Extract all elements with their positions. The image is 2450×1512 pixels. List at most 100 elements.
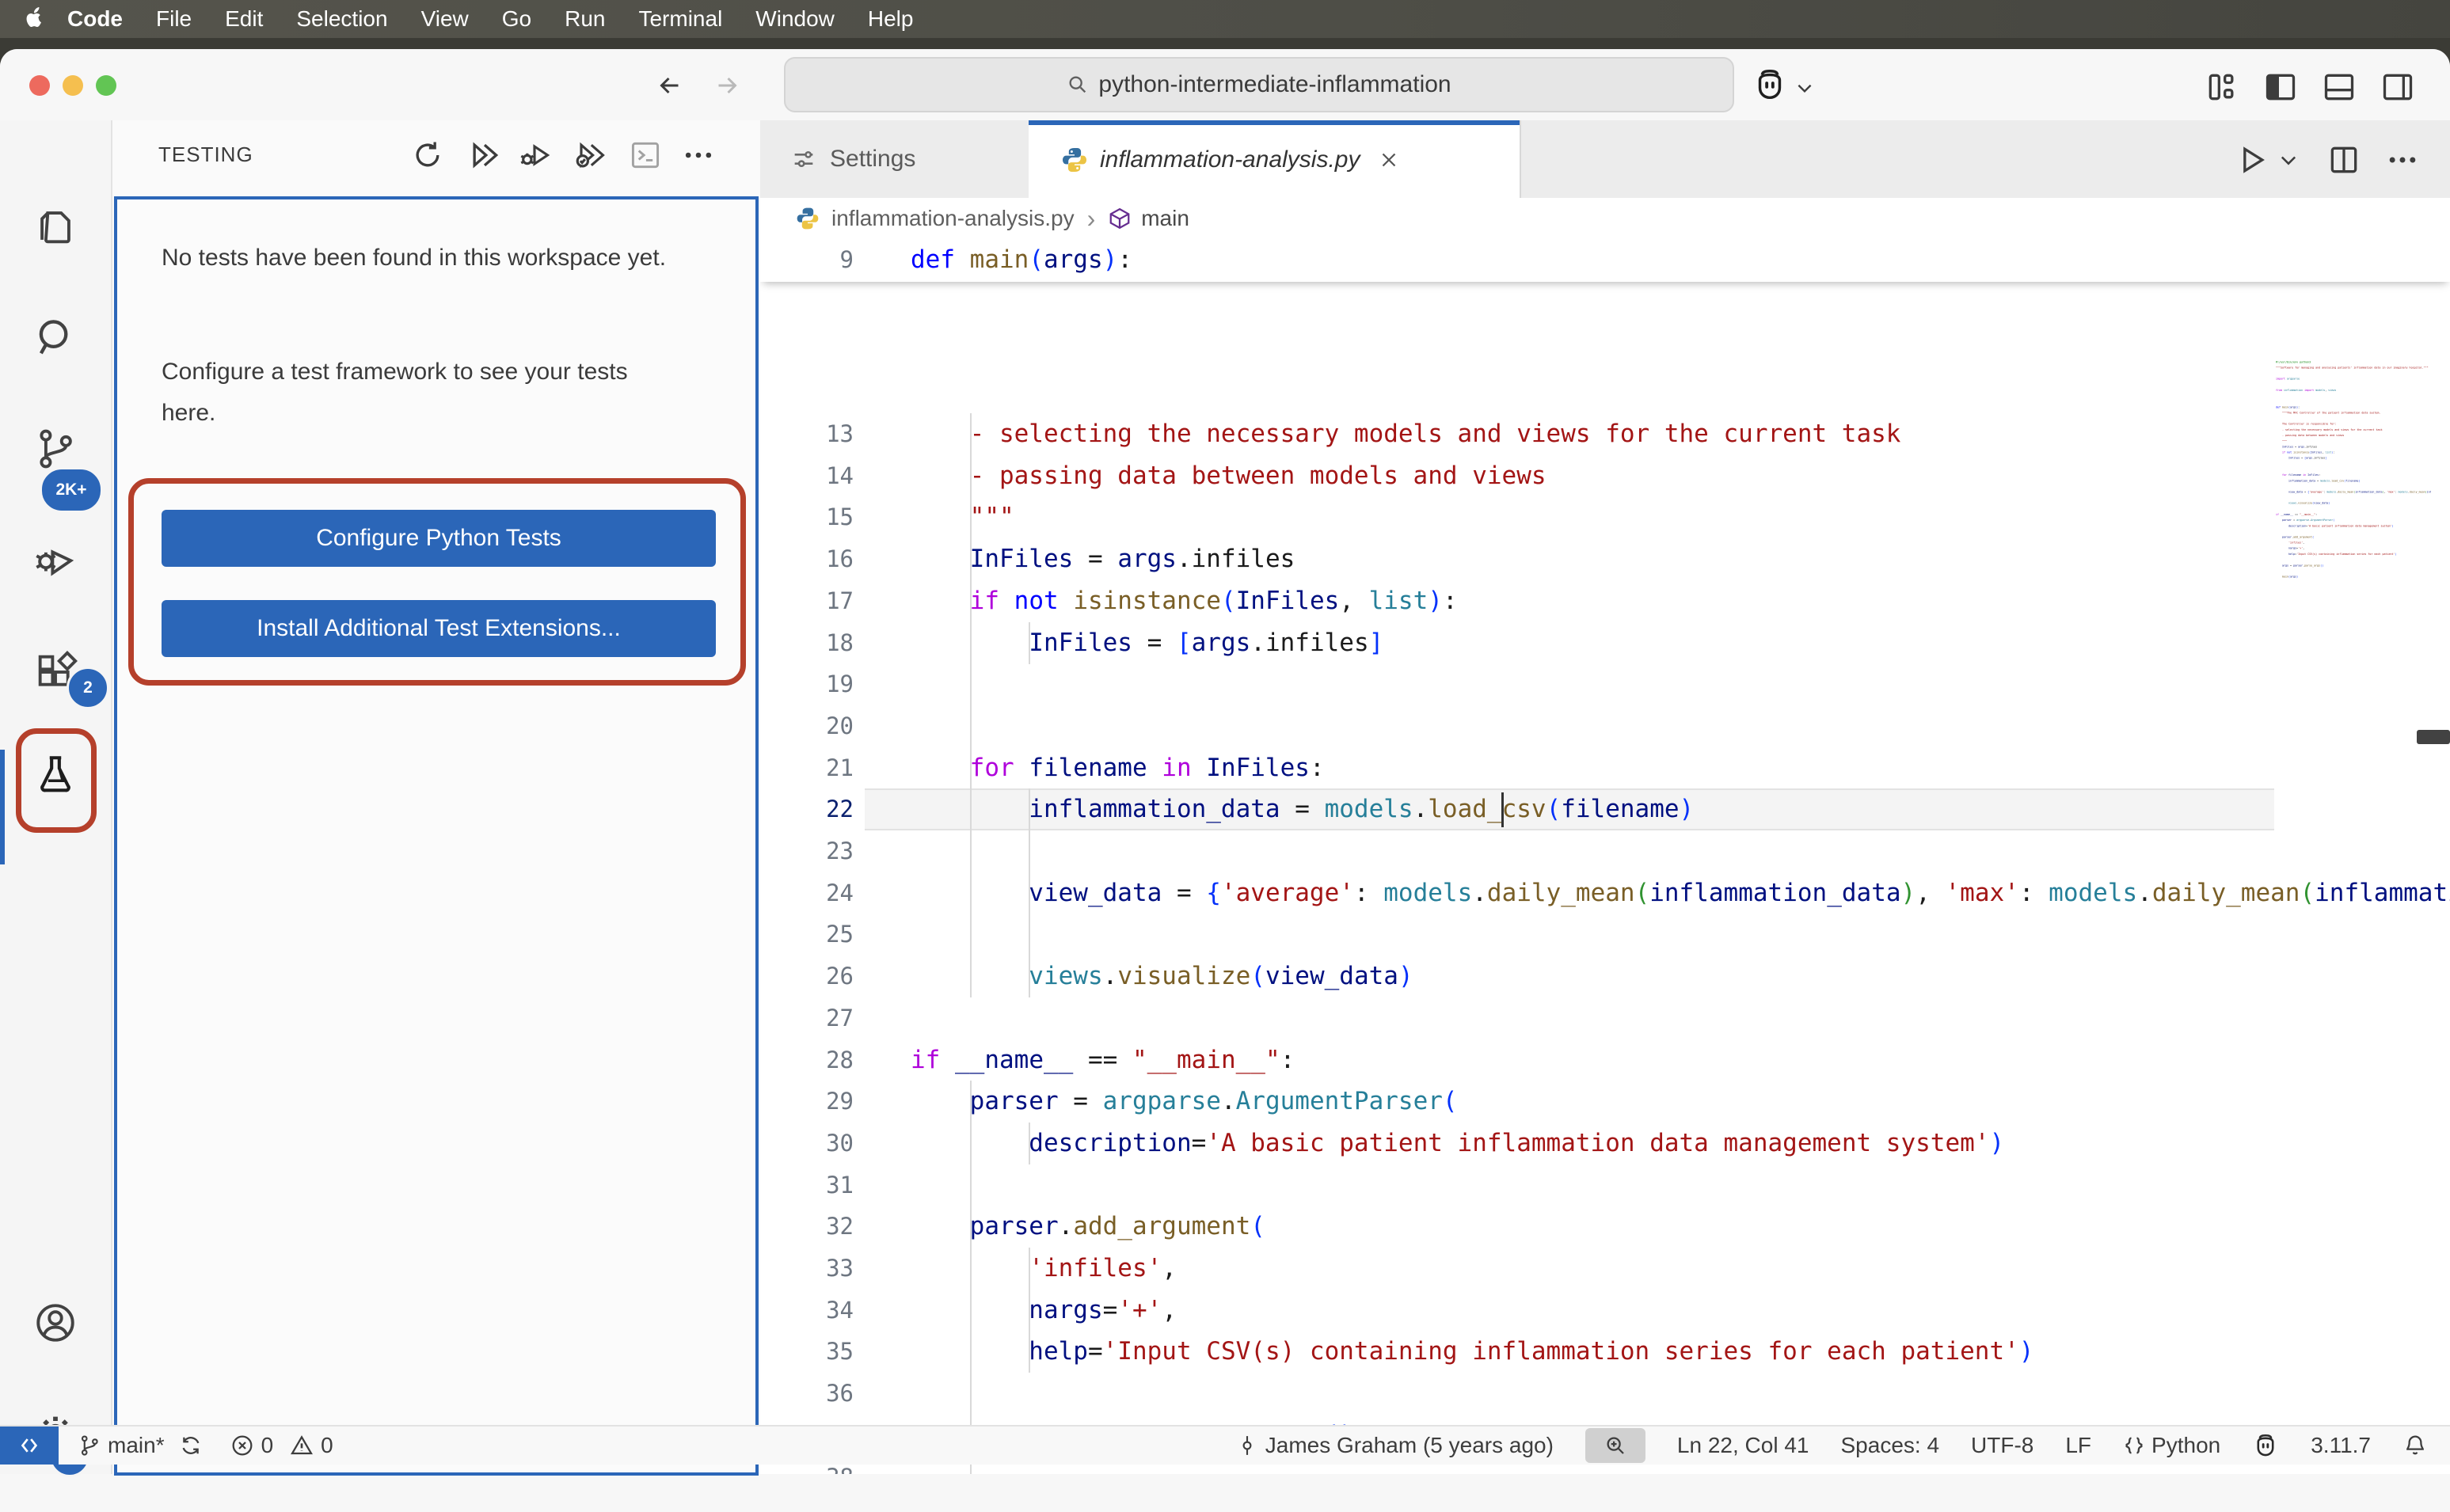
menu-item-selection[interactable]: Selection xyxy=(280,6,404,31)
remote-indicator[interactable] xyxy=(0,1427,59,1465)
testing-flask-icon[interactable] xyxy=(32,752,78,798)
line-text: inflammation_data = models.load_csv(file… xyxy=(911,788,1694,830)
toggle-panel-icon[interactable] xyxy=(2322,70,2357,104)
line-number: 36 xyxy=(760,1373,854,1415)
line-number: 23 xyxy=(760,830,854,872)
workbench: 2K+ 2 xyxy=(0,120,2450,1474)
warnings-count: 0 xyxy=(321,1433,333,1458)
code-line-27: 27 xyxy=(760,997,2450,1039)
code-line-29: 29 parser = argparse.ArgumentParser( xyxy=(760,1081,2450,1123)
configure-python-tests-button[interactable]: Configure Python Tests xyxy=(162,510,716,567)
vscode-window: python-intermediate-inflammation xyxy=(0,49,2450,1512)
zoom-status[interactable] xyxy=(1585,1428,1645,1463)
tab-inflammation-analysis[interactable]: inflammation-analysis.py xyxy=(1029,120,1521,199)
encoding-status[interactable]: UTF-8 xyxy=(1971,1433,2033,1458)
language-mode-status[interactable]: Python xyxy=(2123,1433,2220,1458)
debug-tests-icon[interactable] xyxy=(517,138,552,173)
line-number: 21 xyxy=(760,747,854,789)
command-center-search[interactable]: python-intermediate-inflammation xyxy=(784,57,1734,112)
line-number: 31 xyxy=(760,1164,854,1206)
run-debug-icon[interactable] xyxy=(32,537,78,583)
split-editor-icon[interactable] xyxy=(2326,142,2361,177)
menu-item-window[interactable]: Window xyxy=(739,6,851,31)
navigate-back-icon[interactable] xyxy=(656,71,684,100)
cursor-position-text: Ln 22, Col 41 xyxy=(1677,1433,1809,1458)
indentation-status[interactable]: Spaces: 4 xyxy=(1841,1433,1940,1458)
menu-item-go[interactable]: Go xyxy=(485,6,548,31)
active-tab-indicator xyxy=(1029,120,1520,125)
code-line-35: 35 help='Input CSV(s) containing inflamm… xyxy=(760,1331,2450,1373)
cursor-position-status[interactable]: Ln 22, Col 41 xyxy=(1677,1433,1809,1458)
search-sidebar-icon[interactable] xyxy=(32,315,78,361)
minimize-window-button[interactable] xyxy=(63,75,83,96)
run-all-tests-icon[interactable] xyxy=(467,138,502,173)
breadcrumb-symbol[interactable]: main xyxy=(1141,206,1189,231)
chevron-down-icon[interactable] xyxy=(1794,78,1815,98)
blame-status[interactable]: James Graham (5 years ago) xyxy=(1235,1433,1554,1458)
line-text: 'infiles', xyxy=(911,1248,1177,1290)
testing-sidebar: TESTING xyxy=(112,120,762,1474)
line-number: 14 xyxy=(760,455,854,497)
problems-status[interactable]: 0 0 xyxy=(230,1433,333,1458)
line-text: for filename in InFiles: xyxy=(911,747,1325,789)
indent-guide xyxy=(970,1373,972,1415)
maximize-window-button[interactable] xyxy=(96,75,116,96)
indent-guide xyxy=(970,830,972,872)
line-text: parser.add_argument( xyxy=(911,1206,1265,1248)
code-line-13: 13 - selecting the necessary models and … xyxy=(760,413,2450,455)
refresh-tests-icon[interactable] xyxy=(410,138,445,173)
status-bar: main* 0 0 J xyxy=(0,1425,2450,1465)
run-python-file-icon[interactable] xyxy=(2235,142,2269,177)
install-test-extensions-button[interactable]: Install Additional Test Extensions... xyxy=(162,600,716,657)
eol-text: LF xyxy=(2065,1433,2091,1458)
tab-settings[interactable]: Settings xyxy=(760,120,1030,198)
editor-more-actions-icon[interactable] xyxy=(2385,142,2420,177)
git-commit-icon xyxy=(1235,1434,1259,1457)
minimap[interactable]: #!/usr/bin/env python3"""Software for ma… xyxy=(2276,359,2431,866)
blame-text: James Graham (5 years ago) xyxy=(1265,1433,1554,1458)
tab-active-label: inflammation-analysis.py xyxy=(1100,146,1360,173)
branch-name: main* xyxy=(108,1433,165,1458)
accounts-icon[interactable] xyxy=(32,1300,78,1346)
menu-item-terminal[interactable]: Terminal xyxy=(622,6,739,31)
toggle-primary-sidebar-icon[interactable] xyxy=(2263,70,2298,104)
menu-item-edit[interactable]: Edit xyxy=(208,6,280,31)
line-text: """ xyxy=(911,496,1014,538)
apple-menu-icon[interactable] xyxy=(24,7,44,31)
close-window-button[interactable] xyxy=(29,75,50,96)
terminal-icon[interactable] xyxy=(628,138,663,173)
braces-icon xyxy=(2123,1434,2145,1457)
copilot-icon[interactable] xyxy=(1752,66,1788,103)
line-number: 27 xyxy=(760,997,854,1039)
line-text: - selecting the necessary models and vie… xyxy=(911,413,1900,455)
menu-item-help[interactable]: Help xyxy=(851,6,930,31)
line-number: 15 xyxy=(760,496,854,538)
notifications-bell-icon[interactable] xyxy=(2402,1433,2428,1458)
menu-item-run[interactable]: Run xyxy=(548,6,622,31)
git-branch-status[interactable]: main* xyxy=(78,1433,203,1458)
python-interpreter-status[interactable]: 3.11.7 xyxy=(2311,1433,2371,1458)
indent-guide xyxy=(1029,914,1030,955)
close-tab-icon[interactable] xyxy=(1377,148,1401,172)
code-line-15: 15 """ xyxy=(760,496,2450,538)
run-tests-with-coverage-icon[interactable] xyxy=(573,138,607,173)
indent-guide xyxy=(970,663,972,705)
code-editor[interactable]: 13 - selecting the necessary models and … xyxy=(760,239,2450,1474)
breadcrumb-file[interactable]: inflammation-analysis.py xyxy=(831,206,1075,231)
configure-hint-message: Configure a test framework to see your t… xyxy=(162,351,684,434)
toggle-secondary-sidebar-icon[interactable] xyxy=(2380,70,2415,104)
customize-layout-icon[interactable] xyxy=(2205,70,2239,104)
menu-item-code[interactable]: Code xyxy=(51,6,139,31)
run-dropdown-chevron-icon[interactable] xyxy=(2277,149,2300,171)
explorer-icon[interactable] xyxy=(32,203,78,249)
source-control-icon[interactable] xyxy=(32,426,78,472)
menu-item-view[interactable]: View xyxy=(405,6,485,31)
eol-status[interactable]: LF xyxy=(2065,1433,2091,1458)
navigate-forward-icon[interactable] xyxy=(713,71,741,100)
more-actions-icon[interactable] xyxy=(681,138,716,173)
copilot-status-icon[interactable] xyxy=(2252,1432,2279,1459)
code-line-21: 21 for filename in InFiles: xyxy=(760,747,2450,789)
code-line-34: 34 nargs='+', xyxy=(760,1290,2450,1332)
menu-item-file[interactable]: File xyxy=(139,6,208,31)
line-number: 34 xyxy=(760,1290,854,1332)
